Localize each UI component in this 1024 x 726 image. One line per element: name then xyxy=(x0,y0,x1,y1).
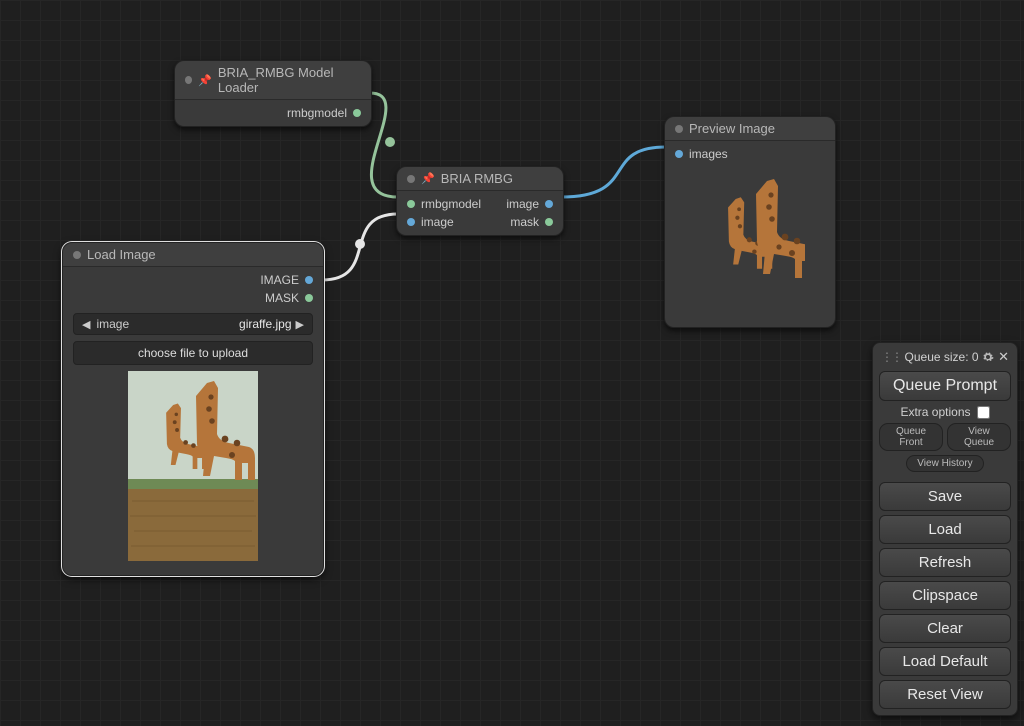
node-preview-image[interactable]: Preview Image images xyxy=(664,116,836,328)
node-header[interactable]: 📌 BRIA_RMBG Model Loader xyxy=(175,61,371,100)
node-bria-rmbg[interactable]: 📌 BRIA RMBG rmbgmodel image image mask xyxy=(396,166,564,236)
port-label: image xyxy=(506,197,539,211)
port-dot-icon[interactable] xyxy=(305,294,313,302)
input-port-images[interactable]: images xyxy=(665,145,835,163)
node-title: BRIA RMBG xyxy=(441,171,513,186)
close-icon[interactable]: ✕ xyxy=(998,349,1009,365)
collapse-dot-icon[interactable] xyxy=(73,251,81,259)
reset-view-button[interactable]: Reset View xyxy=(879,680,1011,709)
extra-options-checkbox[interactable] xyxy=(977,406,990,419)
clipspace-button[interactable]: Clipspace xyxy=(879,581,1011,610)
upload-button[interactable]: choose file to upload xyxy=(73,341,313,365)
port-label: image xyxy=(421,215,454,229)
node-header[interactable]: Load Image xyxy=(63,243,323,267)
input-port-rmbgmodel[interactable]: rmbgmodel xyxy=(407,197,481,211)
port-label: IMAGE xyxy=(260,273,299,287)
next-arrow-icon[interactable]: ▶ xyxy=(296,318,304,331)
queue-front-button[interactable]: Queue Front xyxy=(879,423,943,451)
refresh-button[interactable]: Refresh xyxy=(879,548,1011,577)
output-port-image[interactable]: IMAGE xyxy=(63,271,323,289)
output-port-rmbgmodel[interactable]: rmbgmodel xyxy=(175,104,371,122)
port-dot-icon[interactable] xyxy=(353,109,361,117)
node-title: Preview Image xyxy=(689,121,775,136)
pin-icon: 📌 xyxy=(198,74,212,87)
collapse-dot-icon[interactable] xyxy=(185,76,192,84)
port-dot-icon[interactable] xyxy=(407,200,415,208)
save-button[interactable]: Save xyxy=(879,482,1011,511)
node-header[interactable]: 📌 BRIA RMBG xyxy=(397,167,563,191)
prev-arrow-icon[interactable]: ◀ xyxy=(82,318,90,331)
load-default-button[interactable]: Load Default xyxy=(879,647,1011,676)
widget-label: image xyxy=(90,317,239,331)
port-label: images xyxy=(689,147,728,161)
port-label: rmbgmodel xyxy=(421,197,481,211)
node-title: BRIA_RMBG Model Loader xyxy=(218,65,361,95)
queue-prompt-button[interactable]: Queue Prompt xyxy=(879,371,1011,401)
control-panel[interactable]: ⋮⋮ Queue size: 0 ✕ Queue Prompt Extra op… xyxy=(872,342,1018,716)
port-dot-icon[interactable] xyxy=(407,218,415,226)
port-label: MASK xyxy=(265,291,299,305)
port-dot-icon[interactable] xyxy=(675,150,683,158)
collapse-dot-icon[interactable] xyxy=(675,125,683,133)
clear-button[interactable]: Clear xyxy=(879,614,1011,643)
node-title: Load Image xyxy=(87,247,156,262)
input-port-image[interactable]: image xyxy=(407,215,454,229)
port-dot-icon[interactable] xyxy=(545,200,553,208)
collapse-dot-icon[interactable] xyxy=(407,175,415,183)
queue-size-label: Queue size: 0 xyxy=(905,350,979,364)
node-header[interactable]: Preview Image xyxy=(665,117,835,141)
output-port-mask[interactable]: mask xyxy=(510,215,553,229)
port-label: rmbgmodel xyxy=(287,106,347,120)
grip-icon[interactable]: ⋮⋮ xyxy=(881,350,901,364)
preview-image-area xyxy=(665,163,835,323)
view-queue-button[interactable]: View Queue xyxy=(947,423,1011,451)
pin-icon: 📌 xyxy=(421,172,435,185)
node-load-image[interactable]: Load Image IMAGE MASK ◀ image giraffe.jp… xyxy=(62,242,324,576)
gear-icon[interactable] xyxy=(982,351,994,363)
upload-button-label: choose file to upload xyxy=(138,346,248,360)
output-port-mask[interactable]: MASK xyxy=(63,289,323,307)
port-dot-icon[interactable] xyxy=(545,218,553,226)
load-button[interactable]: Load xyxy=(879,515,1011,544)
port-dot-icon[interactable] xyxy=(305,276,313,284)
extra-options-label: Extra options xyxy=(900,405,970,419)
view-history-button[interactable]: View History xyxy=(906,455,983,472)
loaded-image-preview xyxy=(73,371,313,561)
image-selector[interactable]: ◀ image giraffe.jpg ▶ xyxy=(73,313,313,335)
node-bria-rmbg-model-loader[interactable]: 📌 BRIA_RMBG Model Loader rmbgmodel xyxy=(174,60,372,127)
widget-value: giraffe.jpg xyxy=(239,317,295,331)
output-port-image[interactable]: image xyxy=(506,197,553,211)
port-label: mask xyxy=(510,215,539,229)
preview-image-giraffes xyxy=(695,179,805,309)
